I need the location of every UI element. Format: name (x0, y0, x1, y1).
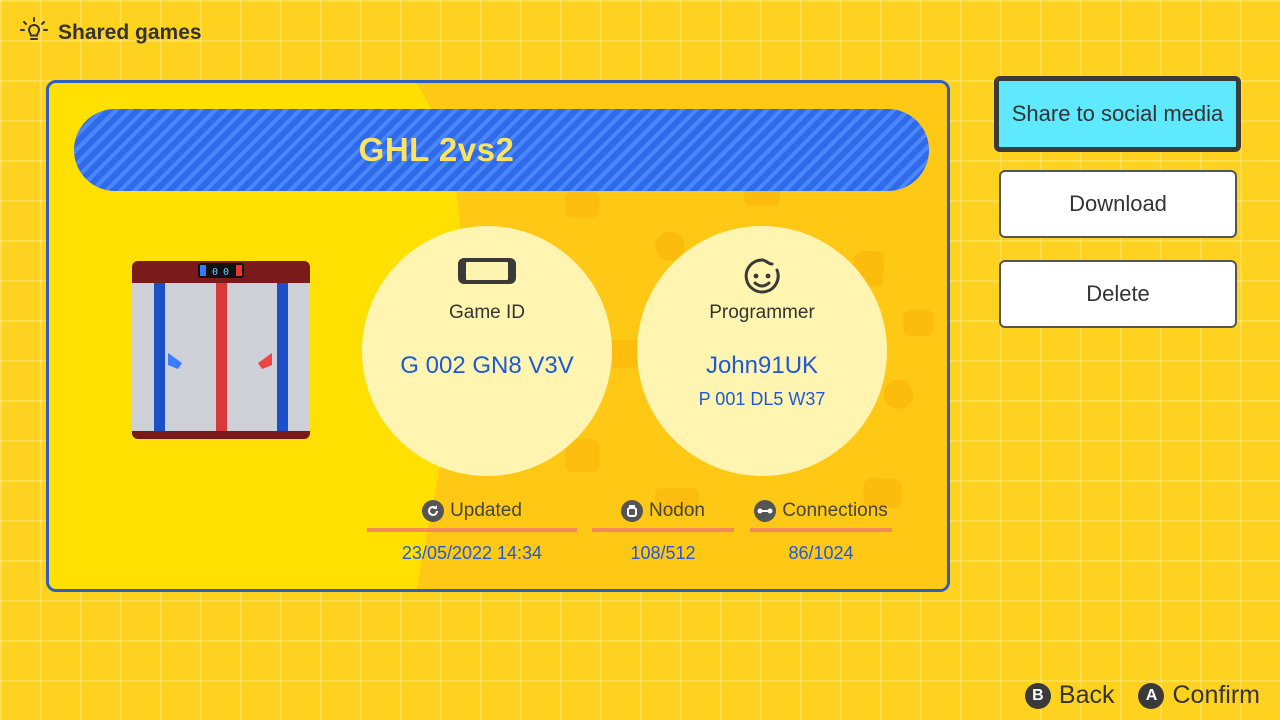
stat-nodon-label: Nodon (649, 500, 705, 521)
game-id-value[interactable]: G 002 GN8 V3V (362, 352, 612, 380)
game-title-banner: GHL 2vs2 (74, 109, 929, 191)
stat-nodon: Nodon 108/512 (592, 499, 734, 564)
back-hint[interactable]: B Back (1024, 681, 1115, 710)
game-title: GHL 2vs2 (358, 131, 515, 168)
stat-connections-value: 86/1024 (788, 543, 854, 563)
stat-connections: Connections 86/1024 (750, 499, 892, 564)
footer-controls: B Back A Confirm (1011, 681, 1260, 710)
game-id-panel: Game ID G 002 GN8 V3V (362, 226, 612, 476)
stat-updated-label: Updated (450, 500, 522, 521)
back-label: Back (1058, 681, 1115, 709)
programmer-id: P 001 DL5 W37 (698, 389, 826, 409)
programmer-name[interactable]: John91UK (637, 352, 887, 380)
stat-updated: Updated 23/05/2022 14:34 (367, 499, 577, 564)
nodon-icon (621, 500, 643, 522)
connection-icon (754, 500, 777, 522)
stat-nodon-value: 108/512 (630, 543, 696, 563)
confirm-hint[interactable]: A Confirm (1138, 681, 1260, 710)
thumbnail-score-right: 0 (223, 267, 229, 278)
b-button-icon: B (1024, 682, 1051, 709)
page-title: Shared games (58, 20, 202, 44)
a-button-icon: A (1138, 682, 1165, 709)
game-id-label: Game ID (448, 302, 526, 323)
programmer-label: Programmer (709, 302, 815, 323)
stat-divider (367, 528, 577, 532)
delete-button[interactable]: Delete (999, 260, 1237, 328)
stat-updated-value: 23/05/2022 14:34 (401, 543, 543, 563)
programmer-panel: Programmer John91UK P 001 DL5 W37 (637, 226, 887, 476)
console-icon (362, 256, 612, 286)
download-button[interactable]: Download (999, 170, 1237, 238)
stat-divider (750, 528, 892, 532)
stat-connections-label: Connections (782, 500, 888, 521)
stat-divider (592, 528, 734, 532)
face-icon (637, 256, 887, 296)
header: Shared games (20, 16, 202, 49)
confirm-label: Confirm (1172, 681, 1260, 709)
game-detail-card: GHL 2vs2 0 0 Game ID G 002 GN8 V3V Progr… (46, 80, 950, 592)
game-thumbnail[interactable]: 0 0 (132, 261, 310, 439)
lightbulb-icon (20, 16, 48, 49)
share-to-social-media-button[interactable]: Share to social media (994, 76, 1241, 152)
refresh-icon (422, 500, 445, 522)
thumbnail-score-left: 0 (212, 267, 218, 278)
